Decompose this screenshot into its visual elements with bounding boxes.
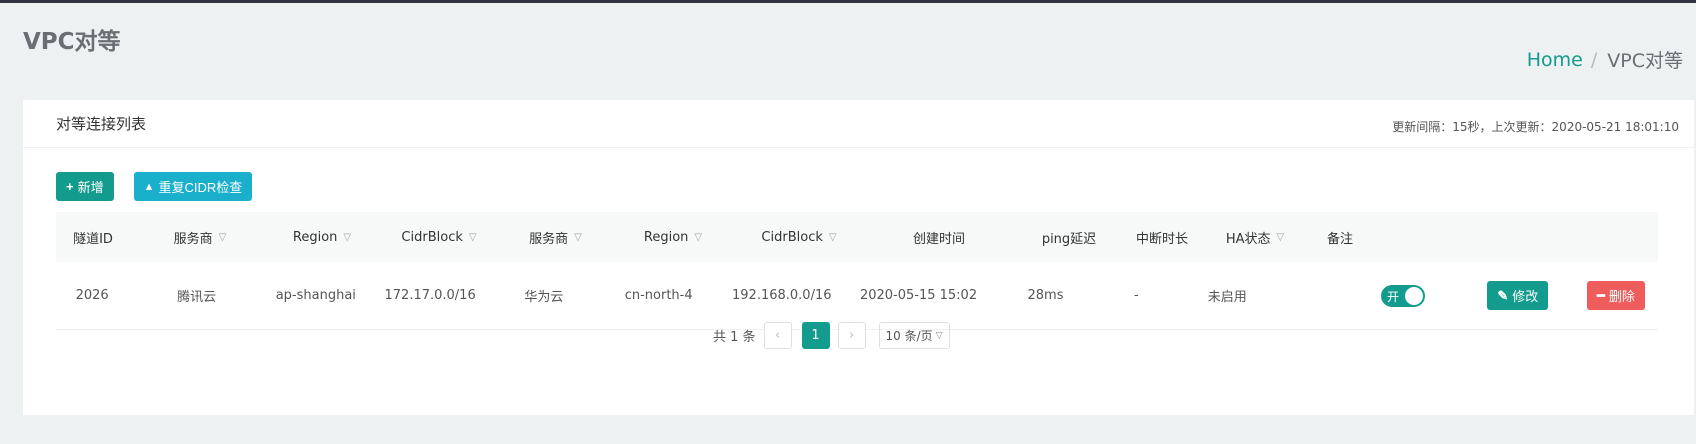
table-row: 2026 腾讯云 ap-shanghai 172.17.0.0/16 华为云 c…: [56, 262, 1658, 330]
cell-region-b: cn-north-4: [624, 288, 693, 303]
edit-icon: ✎: [1497, 287, 1509, 303]
toggle-cell: 开: [1344, 284, 1461, 307]
cell-downtime: -: [1134, 288, 1139, 303]
column-label: 隧道ID: [73, 231, 113, 247]
chevron-down-icon: ▽: [935, 330, 943, 341]
column-label: ping延迟: [1041, 231, 1097, 247]
cell-provider-b: 华为云: [524, 290, 564, 305]
column-label: CidrBlock: [761, 229, 823, 245]
page-size-select[interactable]: 10 条/页 ▽: [878, 322, 950, 349]
cidr-check-button[interactable]: ▲ 重复CIDR检查: [133, 172, 253, 201]
column-label: 服务商: [173, 231, 213, 247]
column-header: 中断时长: [1119, 228, 1205, 247]
column-header: Region ▽: [607, 230, 739, 245]
filter-icon[interactable]: ▽: [469, 232, 477, 243]
add-button-label: 新增: [77, 180, 104, 195]
pagination: 共 1 条 ‹ 1 › 10 条/页 ▽: [713, 322, 950, 349]
prev-page-button[interactable]: ‹: [763, 322, 792, 349]
top-bar: [0, 0, 1696, 3]
breadcrumb-current: VPC对等: [1607, 50, 1683, 72]
next-page-button[interactable]: ›: [837, 322, 866, 349]
breadcrumb-home-link[interactable]: Home: [1527, 49, 1583, 71]
page-size-value: 10 条/页: [885, 329, 933, 343]
filter-icon[interactable]: ▽: [574, 232, 582, 243]
cell-cidr-a: 172.17.0.0/16: [384, 288, 476, 303]
column-label: HA状态: [1225, 231, 1271, 247]
column-label: Region: [643, 229, 689, 245]
cell-created: 2020-05-15 15:02: [859, 288, 978, 303]
edit-cell: ✎ 修改: [1462, 281, 1574, 310]
cell-tunnel-id: 2026: [75, 288, 109, 303]
cell-cidr-b: 192.168.0.0/16: [732, 288, 832, 303]
column-header: 隧道ID: [56, 228, 130, 247]
column-header: CidrBlock ▽: [739, 230, 859, 245]
column-label: 创建时间: [912, 231, 965, 247]
filter-icon[interactable]: ▽: [343, 232, 351, 243]
delete-button-label: 删除: [1608, 289, 1635, 304]
toggle-label: 开: [1387, 289, 1400, 304]
edit-button[interactable]: ✎ 修改: [1487, 281, 1549, 310]
cell-ha-status: 未启用: [1207, 290, 1247, 305]
cidr-check-button-label: 重复CIDR检查: [158, 180, 243, 195]
peering-table: 隧道ID 服务商 ▽ Region ▽ CidrBlock ▽ 服务商 ▽ Region…: [56, 212, 1658, 330]
add-button[interactable]: + 新增: [56, 172, 114, 201]
warning-icon: ▲: [143, 180, 155, 193]
page-title: VPC对等: [23, 29, 121, 55]
column-header: 服务商 ▽: [130, 228, 270, 247]
column-header: 创建时间: [859, 228, 1019, 247]
toggle-knob: [1405, 286, 1424, 305]
peering-list-card: 对等连接列表 更新间隔：15秒，上次更新：2020-05-21 18:01:10…: [23, 100, 1694, 415]
column-label: 服务商: [529, 231, 569, 247]
column-header: CidrBlock ▽: [374, 230, 504, 245]
filter-icon[interactable]: ▽: [829, 232, 837, 243]
minus-icon: ━: [1597, 287, 1605, 303]
cell-ping: 28ms: [1027, 288, 1064, 303]
column-header: HA状态 ▽: [1205, 228, 1305, 247]
page-1-button[interactable]: 1: [801, 322, 830, 349]
card-title: 对等连接列表: [56, 115, 147, 133]
column-label: Region: [292, 229, 338, 245]
column-label: 备注: [1326, 231, 1353, 247]
delete-button[interactable]: ━ 删除: [1587, 281, 1645, 310]
breadcrumb: Home / VPC对等: [1527, 46, 1683, 73]
column-header: 备注: [1305, 228, 1375, 247]
delete-cell: ━ 删除: [1574, 281, 1658, 310]
column-header: Region ▽: [270, 230, 374, 245]
cell-region-a: ap-shanghai: [275, 288, 356, 303]
filter-icon[interactable]: ▽: [1276, 232, 1284, 243]
enable-toggle[interactable]: 开: [1381, 284, 1426, 307]
toolbar: + 新增 ▲ 重复CIDR检查: [56, 172, 253, 201]
pagination-total: 共 1 条: [713, 330, 756, 345]
filter-icon[interactable]: ▽: [694, 232, 702, 243]
table-header: 隧道ID 服务商 ▽ Region ▽ CidrBlock ▽ 服务商 ▽ Region…: [56, 212, 1658, 262]
cell-provider-a: 腾讯云: [177, 290, 217, 305]
column-header: ping延迟: [1019, 228, 1119, 247]
column-header: 服务商 ▽: [504, 228, 607, 247]
plus-icon: +: [66, 179, 74, 194]
column-label: CidrBlock: [401, 229, 463, 245]
filter-icon[interactable]: ▽: [219, 232, 227, 243]
edit-button-label: 修改: [1512, 289, 1539, 304]
update-info: 更新间隔：15秒，上次更新：2020-05-21 18:01:10: [1392, 120, 1679, 134]
breadcrumb-separator: /: [1590, 48, 1598, 71]
column-label: 中断时长: [1135, 231, 1188, 247]
